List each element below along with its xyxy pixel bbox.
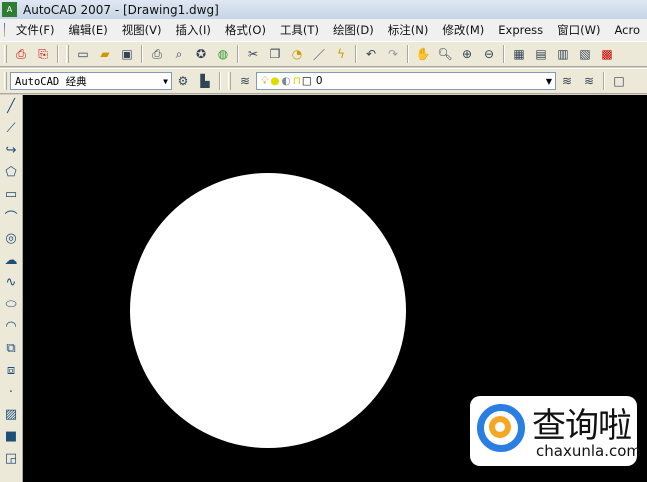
color-control-icon[interactable]: □: [611, 73, 627, 89]
magnifier-inner-icon: [489, 416, 511, 438]
open-icon[interactable]: ▰: [97, 46, 113, 62]
zoom-realtime-icon[interactable]: 🔍︎: [437, 46, 453, 62]
toolbar-grip[interactable]: [228, 72, 231, 90]
sheet-set-icon[interactable]: ▧: [577, 46, 593, 62]
save-icon[interactable]: ▣: [119, 46, 135, 62]
separator: [141, 45, 143, 63]
print-icon[interactable]: ⎙: [149, 46, 165, 62]
copy-icon[interactable]: ❐: [267, 46, 283, 62]
separator: [603, 72, 605, 90]
workspace-select[interactable]: AutoCAD 经典 ▼: [10, 72, 172, 90]
watermark-url: chaxunla.com: [536, 442, 641, 460]
separator: [407, 45, 409, 63]
gradient-icon[interactable]: ■: [3, 428, 19, 444]
draw-toolbar: ╱ ⟋ ↪ ⬠ ▭ ⌒ ◎ ☁ ∿ ⬭ ◠ ⧉ ⧈ · ▨ ■ ◲: [0, 95, 23, 482]
separator: [57, 45, 59, 63]
revision-cloud-icon[interactable]: ☁: [3, 252, 19, 268]
layer-select[interactable]: 💡︎ ● ◐ ⊓ □ 0 ▼: [256, 72, 556, 90]
new-icon[interactable]: ▭: [75, 46, 91, 62]
toolbar-grip[interactable]: [4, 72, 7, 90]
make-layer-current-icon[interactable]: ≋: [559, 73, 575, 89]
chevron-down-icon[interactable]: ▼: [546, 77, 552, 86]
separator: [503, 45, 505, 63]
menu-format[interactable]: 格式(O): [218, 22, 273, 38]
color-swatch-icon: □: [301, 75, 312, 87]
undo-icon[interactable]: ↶: [363, 46, 379, 62]
zoom-previous-icon[interactable]: ⊖: [481, 46, 497, 62]
match-properties-icon[interactable]: ／: [311, 46, 327, 62]
menu-express[interactable]: Express: [491, 23, 550, 37]
sun-icon: ●: [270, 75, 280, 87]
drawn-circle[interactable]: [130, 173, 406, 448]
menu-acrobat[interactable]: Acro: [608, 23, 647, 37]
workspace-settings-icon[interactable]: ⚙: [175, 73, 191, 89]
web-icon[interactable]: ◍: [215, 46, 231, 62]
layer-value: 0: [315, 75, 323, 87]
window-title: AutoCAD 2007 - [Drawing1.dwg]: [23, 2, 219, 17]
zoom-window-icon[interactable]: ⊕: [459, 46, 475, 62]
pdf-icon[interactable]: ⎙: [13, 46, 29, 62]
redo-icon[interactable]: ↷: [385, 46, 401, 62]
separator: [237, 45, 239, 63]
make-block-icon[interactable]: ⧈: [3, 362, 19, 378]
ellipse-arc-icon[interactable]: ◠: [3, 318, 19, 334]
paste-icon[interactable]: ◔: [289, 46, 305, 62]
menu-dimension[interactable]: 标注(N): [381, 22, 436, 38]
toolbar-grip[interactable]: [66, 45, 69, 63]
design-center-icon[interactable]: ▤: [533, 46, 549, 62]
workspace-layers-toolbar: AutoCAD 经典 ▼ ⚙ ▙ ≋ 💡︎ ● ◐ ⊓ □ 0 ▼ ≋ ≋ □: [0, 68, 647, 94]
title-bar: A AutoCAD 2007 - [Drawing1.dwg]: [0, 0, 647, 19]
separator: [219, 72, 221, 90]
circle-icon[interactable]: ◎: [3, 230, 19, 246]
pan-icon[interactable]: ✋: [415, 46, 431, 62]
freeze-viewport-icon: ◐: [281, 75, 291, 87]
chevron-down-icon[interactable]: ▼: [163, 77, 168, 86]
layer-previous-icon[interactable]: ≋: [581, 73, 597, 89]
point-icon[interactable]: ·: [3, 384, 19, 400]
toolbar-grip[interactable]: [4, 45, 7, 63]
lock-icon: ⊓: [292, 75, 301, 87]
menu-view[interactable]: 视图(V): [115, 22, 169, 38]
cut-icon[interactable]: ✂: [245, 46, 261, 62]
arc-icon[interactable]: ⌒: [3, 208, 19, 226]
construction-line-icon[interactable]: ⟋: [3, 120, 19, 136]
layer-manager-icon[interactable]: ≋: [237, 73, 253, 89]
polygon-icon[interactable]: ⬠: [3, 164, 19, 180]
menu-window[interactable]: 窗口(W): [550, 22, 607, 38]
rectangle-icon[interactable]: ▭: [3, 186, 19, 202]
autocad-logo-icon: A: [2, 2, 17, 17]
region-icon[interactable]: ◲: [3, 450, 19, 466]
ellipse-icon[interactable]: ⬭: [3, 296, 19, 312]
hatch-icon[interactable]: ▨: [3, 406, 19, 422]
document-icon[interactable]: [4, 23, 5, 37]
light-bulb-icon: 💡︎: [261, 74, 269, 87]
watermark-text: 查询啦: [532, 406, 632, 446]
line-icon[interactable]: ╱: [3, 98, 19, 114]
menu-tools[interactable]: 工具(T): [273, 22, 326, 38]
polyline-icon[interactable]: ↪: [3, 142, 19, 158]
menu-file[interactable]: 文件(F): [9, 22, 62, 38]
watermark-logo: 查询啦 chaxunla.com: [470, 396, 641, 466]
menu-modify[interactable]: 修改(M): [435, 22, 491, 38]
spline-icon[interactable]: ∿: [3, 274, 19, 290]
block-editor-icon[interactable]: ϟ: [333, 46, 349, 62]
menu-bar: 文件(F) 编辑(E) 视图(V) 插入(I) 格式(O) 工具(T) 绘图(D…: [0, 19, 647, 41]
separator: [355, 45, 357, 63]
insert-block-icon[interactable]: ⧉: [3, 340, 19, 356]
properties-icon[interactable]: ▦: [511, 46, 527, 62]
menu-edit[interactable]: 编辑(E): [61, 22, 114, 38]
menu-draw[interactable]: 绘图(D): [326, 22, 381, 38]
markup-icon[interactable]: ▩: [599, 46, 615, 62]
save-workspace-icon[interactable]: ▙: [197, 73, 213, 89]
publish-icon[interactable]: ✪: [193, 46, 209, 62]
pdf-settings-icon[interactable]: ⎘: [35, 46, 51, 62]
standard-toolbar: ⎙ ⎘ ▭ ▰ ▣ ⎙ ⌕ ✪ ◍ ✂ ❐ ◔ ／ ϟ ↶ ↷ ✋ 🔍︎ ⊕ ⊖…: [0, 41, 647, 67]
print-preview-icon[interactable]: ⌕: [171, 46, 187, 62]
tool-palettes-icon[interactable]: ▥: [555, 46, 571, 62]
menu-insert[interactable]: 插入(I): [169, 22, 218, 38]
workspace-value: AutoCAD 经典: [15, 75, 87, 88]
